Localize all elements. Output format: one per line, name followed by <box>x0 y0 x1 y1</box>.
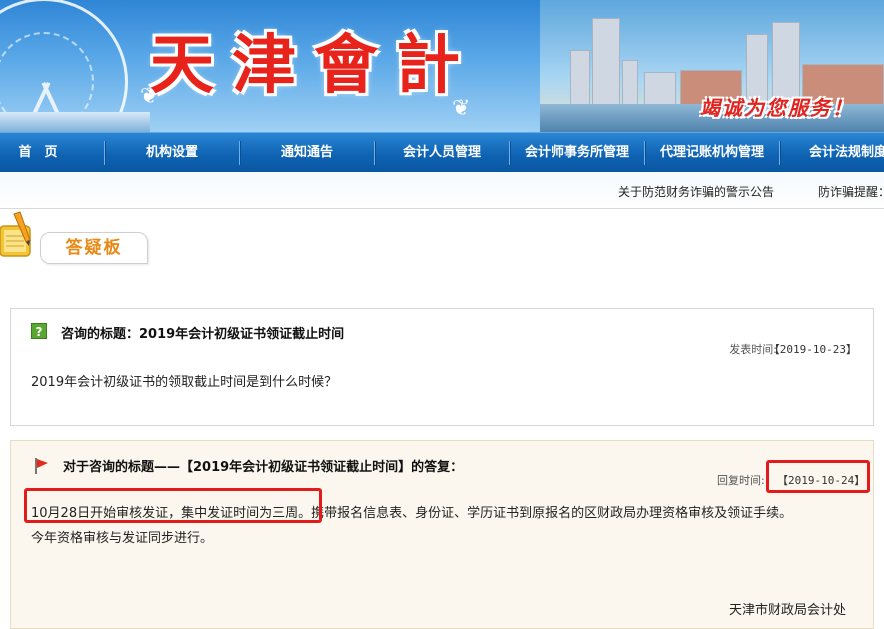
question-body: 2019年会计初级证书的领取截止时间是到什么时候？ <box>31 375 338 390</box>
bridge-image <box>0 112 150 132</box>
answer-title: 对于咨询的标题——【2019年会计初级证书领证截止时间】的答复： <box>63 460 464 475</box>
text-highlight-box <box>24 488 322 523</box>
board-title: 答疑板 <box>65 238 123 258</box>
answer-date-label: 回复时间: <box>717 474 765 487</box>
site-slogan: 竭诚为您服务！ <box>700 96 854 120</box>
nav-item-accountant-management[interactable]: 会计人员管理 <box>376 133 508 173</box>
nav-item-organization[interactable]: 机构设置 <box>106 133 238 173</box>
board-title-tab: 答疑板 <box>40 232 148 264</box>
question-card: ? 咨询的标题：2019年会计初级证书领证截止时间 发表时间: 【2019-10… <box>10 308 874 426</box>
nav-item-cpa-firm-management[interactable]: 会计师事务所管理 <box>511 133 643 173</box>
answer-card: 对于咨询的标题——【2019年会计初级证书领证截止时间】的答复： 回复时间: 【… <box>10 440 874 629</box>
site-banner: ❦ ❦ 天津會計 竭诚为您服务！ <box>0 0 884 132</box>
notice-link[interactable]: 防诈骗提醒： <box>818 183 884 200</box>
question-title: 咨询的标题：2019年会计初级证书领证截止时间 <box>61 327 345 342</box>
red-flag-icon <box>35 458 48 474</box>
nav-item-regulations[interactable]: 会计法规制度 <box>781 133 884 173</box>
nav-item-bookkeeping-agency[interactable]: 代理记账机构管理 <box>646 133 778 173</box>
date-highlight-box <box>766 460 870 493</box>
site-logo-title: 天津會計 <box>150 28 478 103</box>
notice-marquee: 关于防范财务诈骗的警示公告 防诈骗提醒： <box>0 172 884 209</box>
notice-link[interactable]: 关于防范财务诈骗的警示公告 <box>618 183 774 200</box>
answer-body-line: 今年资格审核与发证同步进行。 <box>31 531 214 546</box>
nav-item-home[interactable]: 首 页 <box>0 133 76 173</box>
question-date: 【2019-10-23】 <box>768 343 857 356</box>
main-nav: 首 页 机构设置 通知通告 会计人员管理 会计师事务所管理 代理记账机构管理 会… <box>0 132 884 173</box>
answer-signature: 天津市财政局会计处 <box>729 603 847 618</box>
notebook-pencil-icon <box>0 211 31 257</box>
nav-item-notices[interactable]: 通知通告 <box>241 133 373 173</box>
question-mark-icon: ? <box>31 323 47 339</box>
